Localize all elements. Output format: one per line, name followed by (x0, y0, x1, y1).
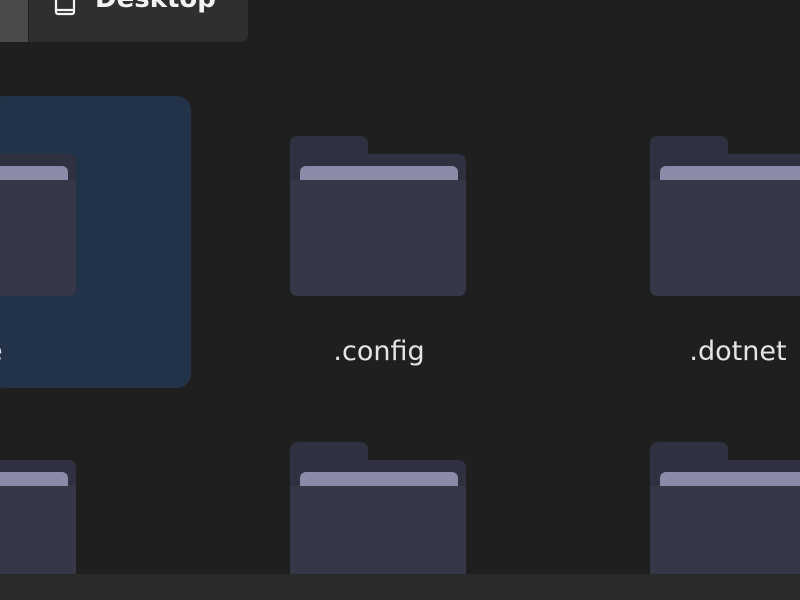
breadcrumb-label: Desktop (95, 0, 216, 14)
item-label: .config (333, 336, 425, 367)
folder-icon (0, 154, 76, 296)
folder-item[interactable] (290, 404, 470, 600)
folder-item[interactable]: ache (0, 96, 191, 388)
item-label: .dotnet (689, 336, 787, 367)
folder-item[interactable]: .dotnet (650, 96, 800, 386)
folder-item[interactable] (650, 404, 800, 600)
breadcrumb-current[interactable]: Desktop (29, 0, 248, 42)
folder-item[interactable]: .config (290, 96, 470, 386)
folder-item[interactable] (0, 404, 190, 600)
folder-icon (650, 136, 800, 296)
file-manager-window: Desktop ache .config .dotnet (0, 0, 800, 600)
path-bar: Desktop (0, 0, 260, 42)
status-bar (0, 574, 800, 600)
breadcrumb-previous[interactable] (0, 0, 28, 42)
item-label: ache (0, 336, 100, 367)
folder-icon (290, 136, 466, 296)
desktop-icon (54, 0, 76, 16)
